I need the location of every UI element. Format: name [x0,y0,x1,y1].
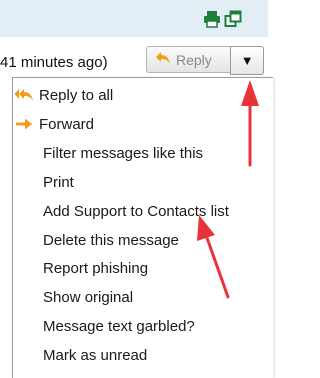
reply-arrow-icon [155,51,176,68]
message-timestamp: 41 minutes ago) [0,54,108,71]
menu-item-label: Report phishing [43,259,149,277]
reply-button-label: Reply [176,51,212,68]
message-header-bar [0,0,268,37]
menu-item-label: Filter messages like this [43,144,204,162]
menu-item-label: Reply to all [39,86,114,104]
menu-item-label: Print [43,173,74,191]
reply-button-group: Reply ▼ [146,46,264,75]
forward-arrow-icon [13,118,35,130]
menu-item-add-to-contacts[interactable]: Add Support to Contacts list [13,199,269,223]
reply-options-menu: Reply to all Forward Filter messages lik… [12,77,273,378]
menu-item-label: Mark as unread [43,346,148,364]
new-window-icon[interactable] [224,10,242,28]
menu-item-label: Show original [43,288,134,306]
menu-item-label: Forward [39,115,95,133]
menu-item-show-original[interactable]: Show original [13,285,269,309]
menu-item-label: Delete this message [43,231,179,249]
print-icon[interactable] [203,10,221,28]
menu-item-forward[interactable]: Forward [13,112,269,136]
menu-item-label: Add Support to Contacts list [43,202,229,220]
dropdown-triangle-icon: ▼ [240,53,254,68]
menu-item-reply-to-all[interactable]: Reply to all [13,83,269,107]
reply-button[interactable]: Reply [146,46,231,73]
menu-item-delete-message[interactable]: Delete this message [13,228,269,252]
menu-item-filter-messages[interactable]: Filter messages like this [13,141,269,165]
reply-all-icon [13,88,35,102]
reply-dropdown-button[interactable]: ▼ [230,46,264,75]
menu-item-print[interactable]: Print [13,170,269,194]
menu-item-message-text-garbled[interactable]: Message text garbled? [13,314,269,338]
menu-item-report-phishing[interactable]: Report phishing [13,256,269,280]
menu-item-mark-as-unread[interactable]: Mark as unread [13,343,269,367]
menu-item-label: Message text garbled? [43,317,195,335]
